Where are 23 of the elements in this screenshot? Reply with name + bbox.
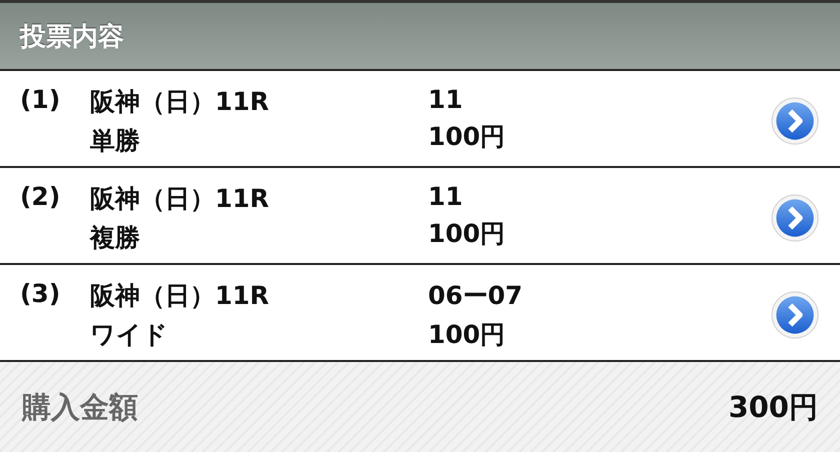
chevron-right-icon[interactable] (771, 97, 819, 145)
bet-selection: 11 (428, 182, 464, 211)
bet-amount: 100円 (428, 218, 506, 250)
bet-amount: 100円 (428, 121, 506, 153)
bet-index: (1) (20, 85, 60, 114)
bet-amount: 100円 (428, 319, 506, 351)
bet-index: (2) (20, 182, 60, 211)
bet-index: (3) (20, 279, 60, 308)
total-label: 購入金額 (22, 388, 138, 426)
race-name: 阪神（日）11R (90, 183, 270, 215)
race-name: 阪神（日）11R (90, 86, 270, 118)
bet-type: 単勝 (90, 125, 141, 157)
bet-row[interactable]: (2) 阪神（日）11R 複勝 11 100円 (0, 168, 840, 265)
bet-row[interactable]: (1) 阪神（日）11R 単勝 11 100円 (0, 71, 840, 168)
total-amount: 300円 (728, 388, 818, 426)
bet-selection: 11 (428, 85, 464, 114)
chevron-right-icon[interactable] (771, 291, 819, 339)
section-title: 投票内容 (20, 20, 124, 54)
race-name: 阪神（日）11R (90, 280, 270, 312)
bet-type: 複勝 (90, 222, 141, 254)
bet-type: ワイド (90, 319, 169, 351)
chevron-right-icon[interactable] (771, 194, 819, 242)
bet-selection: 06ー07 (428, 280, 523, 312)
